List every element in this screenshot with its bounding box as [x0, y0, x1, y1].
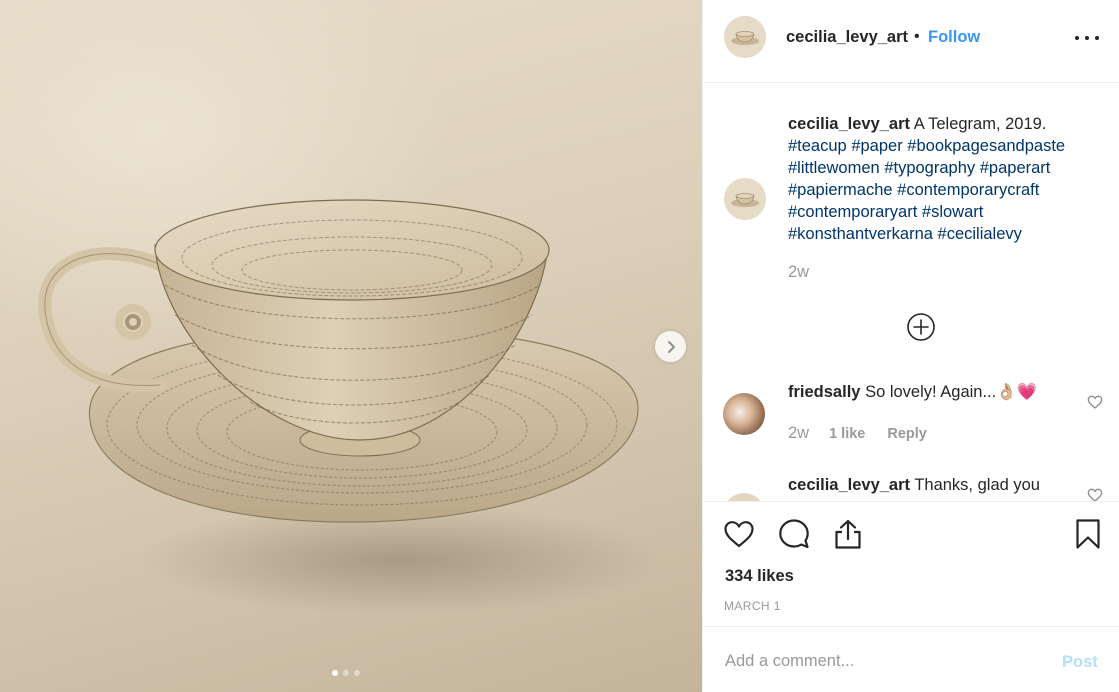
share-icon[interactable]	[832, 518, 864, 550]
comment-likes[interactable]: 1 like	[829, 426, 865, 442]
caption-text: A Telegram, 2019.	[913, 115, 1047, 133]
comment-timestamp[interactable]: 2w	[788, 424, 809, 443]
more-dot	[1085, 36, 1089, 40]
commenter-avatar[interactable]	[723, 493, 765, 501]
chevron-right-icon	[667, 340, 675, 353]
bookmark-icon[interactable]	[1072, 518, 1104, 550]
heart-icon[interactable]	[1087, 394, 1103, 410]
comments-list[interactable]: cecilia_levy_art A Telegram, 2019. #teac…	[703, 83, 1119, 501]
hashtag[interactable]: #littlewomen	[788, 159, 880, 177]
avatar-teacup-image	[724, 178, 766, 220]
post-image[interactable]	[0, 0, 702, 692]
comment-text: Thanks, glad you	[914, 476, 1040, 494]
caption-username[interactable]: cecilia_levy_art	[788, 115, 910, 133]
post-caption: cecilia_levy_art A Telegram, 2019. #teac…	[788, 113, 1098, 245]
comment-meta: 2w 1 like Reply	[788, 424, 927, 443]
hashtag[interactable]: #papiermache	[788, 181, 893, 199]
reply-button[interactable]: Reply	[887, 426, 927, 442]
header-separator: •	[914, 28, 920, 45]
carousel-dot-active	[332, 670, 338, 676]
hashtag[interactable]: #contemporarycraft	[897, 181, 1039, 199]
post-date[interactable]: MARCH 1	[724, 599, 781, 613]
comment-input[interactable]	[725, 649, 1025, 673]
hashtag[interactable]: #bookpagesandpaste	[907, 137, 1065, 155]
more-dot	[1095, 36, 1099, 40]
post-header: cecilia_levy_art • Follow	[703, 0, 1119, 83]
hashtag[interactable]: #slowart	[922, 203, 983, 221]
post-actions: 334 likes MARCH 1	[703, 501, 1119, 626]
commenter-avatar[interactable]	[723, 393, 765, 435]
comment: cecilia_levy_art Thanks, glad you	[788, 474, 1040, 496]
post-comment-button[interactable]: Post	[1062, 653, 1098, 672]
avatar[interactable]	[724, 16, 766, 58]
comment: friedsally So lovely! Again...👌🏼💗	[788, 381, 1037, 403]
avatar-teacup-image	[724, 16, 766, 58]
more-dot	[1075, 36, 1079, 40]
comment-bubble-icon[interactable]	[778, 518, 810, 550]
add-comment-bar: Post	[703, 626, 1119, 692]
comment-text: So lovely! Again...👌🏼💗	[865, 383, 1038, 401]
carousel-indicator	[332, 670, 360, 676]
hashtag[interactable]: #paper	[851, 137, 902, 155]
hashtag[interactable]: #paperart	[980, 159, 1051, 177]
hashtag[interactable]: #cecilialevy	[938, 225, 1022, 243]
hashtag[interactable]: #contemporaryart	[788, 203, 917, 221]
carousel-dot	[343, 670, 349, 676]
caption-timestamp[interactable]: 2w	[788, 263, 809, 282]
next-image-button[interactable]	[655, 331, 686, 362]
carousel-dot	[354, 670, 360, 676]
follow-button[interactable]: Follow	[928, 28, 980, 47]
comment-username[interactable]: friedsally	[788, 383, 860, 401]
post-side-panel: cecilia_levy_art • Follow cecilia_levy_a…	[702, 0, 1119, 692]
more-options-icon[interactable]	[1075, 28, 1099, 48]
hashtag[interactable]: #typography	[884, 159, 975, 177]
plus-circle-icon[interactable]	[906, 312, 936, 342]
comment-username[interactable]: cecilia_levy_art	[788, 476, 910, 494]
header-username[interactable]: cecilia_levy_art	[786, 28, 908, 47]
hashtag[interactable]: #teacup	[788, 137, 847, 155]
likes-count[interactable]: 334 likes	[725, 567, 794, 586]
teacup-photo	[38, 199, 660, 615]
hashtag[interactable]: #konsthantverkarna	[788, 225, 933, 243]
caption-avatar[interactable]	[724, 178, 766, 220]
heart-icon[interactable]	[723, 518, 755, 550]
heart-icon[interactable]	[1087, 487, 1103, 501]
